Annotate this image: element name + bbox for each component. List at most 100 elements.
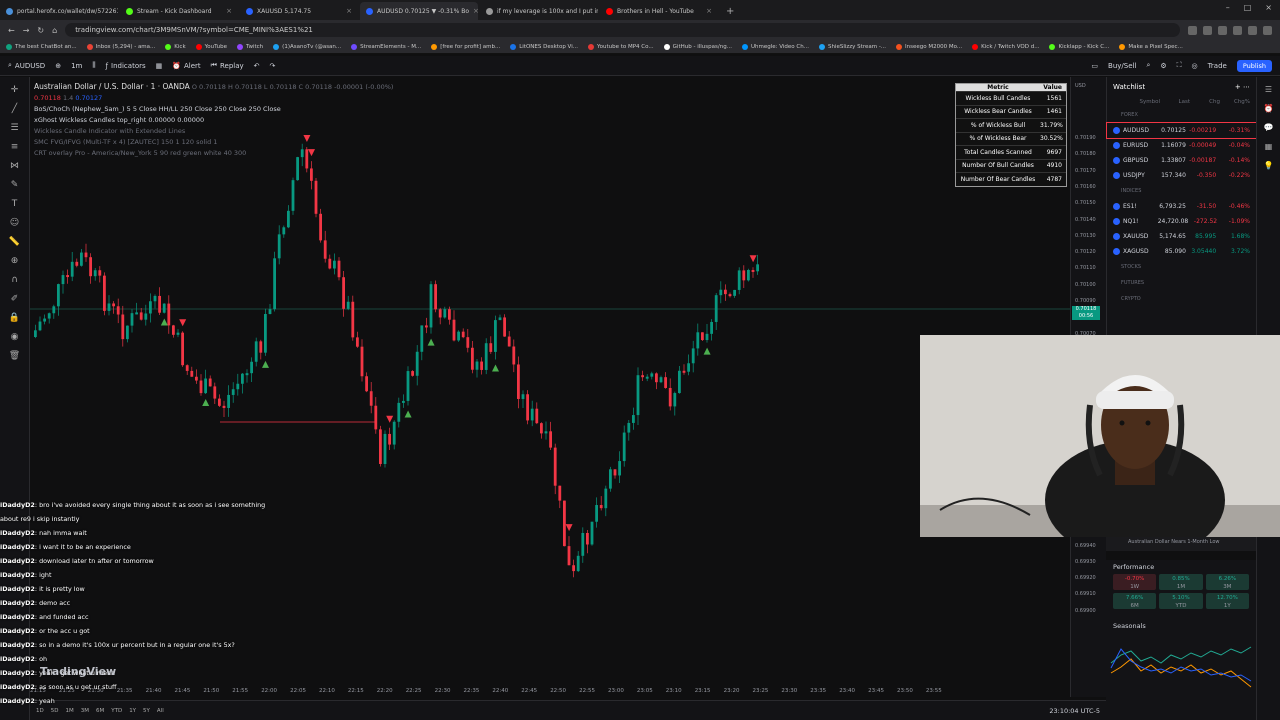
watchlist-icon[interactable]: ☰ — [1265, 85, 1272, 94]
performance-cell[interactable]: 0.85% 1M — [1159, 574, 1203, 590]
bookmark-item[interactable]: ShieSlizzy Stream -... — [818, 43, 886, 50]
maximize-icon[interactable]: □ — [1244, 3, 1252, 12]
bookmark-item[interactable]: Inseego M2000 Mo... — [896, 43, 962, 50]
emoji-icon[interactable]: ☺ — [10, 218, 19, 228]
performance-cell[interactable]: 6.26% 3M — [1205, 574, 1249, 590]
clock[interactable]: 23:10:04 UTC-5 — [1049, 707, 1100, 715]
pattern-icon[interactable]: ⋈ — [10, 161, 19, 171]
forward-icon[interactable]: → — [23, 26, 30, 35]
replay-button[interactable]: ⏮ Replay — [211, 61, 244, 70]
magnet-icon[interactable]: ∩ — [11, 275, 18, 285]
watchlist-section[interactable]: STOCKS — [1107, 259, 1256, 275]
buy-sell-button[interactable]: Buy/Sell — [1108, 62, 1136, 70]
alert-button[interactable]: ⏰ Alert — [172, 62, 200, 70]
indicators-button[interactable]: ƒ Indicators — [106, 62, 146, 70]
browser-tab[interactable]: Brothers in Hell - YouTube × — [600, 2, 718, 20]
currency-label[interactable]: USD — [1075, 83, 1086, 89]
settings-icon[interactable]: ⚙ — [1160, 62, 1166, 70]
browser-tab[interactable]: Stream - Kick Dashboard × — [120, 2, 238, 20]
sell-price[interactable]: 0.70118 — [34, 94, 61, 102]
fullscreen-icon[interactable]: ⛶ — [1177, 61, 1182, 70]
back-icon[interactable]: ← — [8, 26, 15, 35]
bookmark-item[interactable]: Youtube to MP4 Co... — [587, 43, 654, 50]
bookmark-item[interactable]: Kick — [165, 43, 186, 50]
performance-cell[interactable]: 5.10% YTD — [1159, 593, 1203, 609]
add-symbol-icon[interactable]: + — [1235, 83, 1241, 91]
undo-icon[interactable]: ↶ — [254, 62, 260, 70]
bookmark-item[interactable]: The best ChatBot an... — [6, 43, 77, 50]
extension-icon[interactable] — [1188, 25, 1197, 35]
watchlist-row[interactable]: XAGUSD 85.090 3.05440 3.72% — [1107, 244, 1256, 259]
snapshot-icon[interactable]: ◎ — [1192, 62, 1198, 70]
performance-cell[interactable]: -0.70% 1W — [1113, 574, 1157, 590]
watchlist-row[interactable]: GBPUSD 1.33807 -0.00187 -0.14% — [1107, 153, 1256, 168]
redo-icon[interactable]: ↷ — [270, 62, 276, 70]
chat-icon[interactable]: 💬 — [1264, 123, 1274, 132]
bookmark-item[interactable]: Inbox (5,294) - ama... — [86, 43, 155, 50]
indicator-legend[interactable]: BoS/ChoCh (Nephew_Sam_) 5 5 Close HH/LL … — [34, 104, 393, 115]
watchlist-title[interactable]: Watchlist — [1113, 83, 1145, 91]
chart-type-icon[interactable]: ⫼ — [92, 61, 95, 70]
layout-icon[interactable]: ▦ — [156, 62, 163, 70]
performance-cell[interactable]: 12.70% 1Y — [1205, 593, 1249, 609]
trade-button[interactable]: Trade — [1208, 62, 1227, 70]
bookmark-item[interactable]: Kick / Twitch VOD d... — [972, 43, 1039, 50]
close-icon[interactable]: × — [706, 7, 712, 15]
bookmark-item[interactable]: Make a Pixel Spec... — [1119, 43, 1183, 50]
eye-icon[interactable]: ◉ — [11, 332, 19, 342]
trash-icon[interactable]: 🗑 — [9, 351, 20, 361]
watchlist-row[interactable]: NQ1! 24,720.08 -272.52 -1.09% — [1107, 214, 1256, 229]
symbol-search[interactable]: ⌕ AUDUSD — [8, 61, 45, 70]
new-tab-icon[interactable]: + — [720, 6, 740, 20]
brush-icon[interactable]: ✎ — [11, 180, 19, 190]
minimize-icon[interactable]: – — [1226, 3, 1230, 12]
indicator-legend[interactable]: SMC FVG/IFVG (Multi-TF x 4) [ZAUTEC] 150… — [34, 137, 393, 148]
watchlist-row[interactable]: USDJPY 157.340 -0.350 -0.22% — [1107, 168, 1256, 183]
publish-button[interactable]: Publish — [1236, 59, 1272, 72]
bookmark-item[interactable]: StreamElements - M... — [351, 43, 421, 50]
bookmark-item[interactable]: (1)AsanoTv (@asan... — [273, 43, 341, 50]
more-icon[interactable]: ⋯ — [1243, 83, 1250, 91]
profile-icon[interactable] — [1263, 25, 1272, 35]
reload-icon[interactable]: ↻ — [37, 26, 44, 35]
watchlist-section[interactable]: FOREX — [1107, 107, 1256, 123]
performance-cell[interactable]: 7.66% 6M — [1113, 593, 1157, 609]
trendline-icon[interactable]: ╱ — [12, 104, 17, 114]
bookmark-item[interactable]: YouTube — [195, 43, 227, 50]
close-icon[interactable]: × — [473, 7, 478, 15]
bookmark-item[interactable]: LitONES Desktop Vi... — [510, 43, 578, 50]
bookmark-item[interactable]: Uhmegle: Video Ch... — [741, 43, 809, 50]
ideas-icon[interactable]: 💡 — [1264, 161, 1274, 170]
bookmark-item[interactable]: [free for profit] amb... — [431, 43, 500, 50]
lock-icon[interactable]: 🔒 — [9, 313, 20, 323]
indicator-legend[interactable]: Wickless Candle Indicator with Extended … — [34, 126, 393, 137]
calendar-icon[interactable]: ▦ — [1265, 142, 1273, 151]
alerts-icon[interactable]: ⏰ — [1264, 104, 1274, 113]
watchlist-section[interactable]: INDICES — [1107, 183, 1256, 199]
extension-icon[interactable] — [1218, 25, 1227, 35]
browser-tab[interactable]: portal.herofx.co/wallet/dw/5722612× — [0, 2, 118, 20]
watchlist-row[interactable]: AUDUSD 0.70125 -0.00219 -0.31% — [1106, 122, 1257, 139]
add-symbol-icon[interactable]: ⊕ — [55, 62, 61, 70]
close-icon[interactable]: × — [346, 7, 352, 15]
quick-search-icon[interactable]: ⌕ — [1146, 61, 1150, 70]
extension-icon[interactable] — [1248, 25, 1257, 35]
browser-tab[interactable]: AUDUSD 0.70125 ▼ -0.31% Bo × — [360, 2, 478, 20]
extension-icon[interactable] — [1203, 25, 1212, 35]
crosshair-icon[interactable]: ✛ — [11, 85, 19, 95]
close-icon[interactable]: × — [226, 7, 232, 15]
indicator-legend[interactable]: xGhost Wickless Candles top_right 0.0000… — [34, 115, 393, 126]
watchlist-row[interactable]: ES1! 6,793.25 -31.50 -0.46% — [1107, 199, 1256, 214]
bookmark-item[interactable]: GitHub - illuspas/ng... — [663, 43, 732, 50]
home-icon[interactable]: ⌂ — [52, 26, 57, 35]
interval-button[interactable]: 1m — [71, 62, 82, 70]
stay-drawing-icon[interactable]: ✐ — [11, 294, 19, 304]
bookmark-item[interactable]: Twitch — [237, 43, 263, 50]
watchlist-section[interactable]: CRYPTO — [1107, 291, 1256, 307]
url-field[interactable]: tradingview.com/chart/3M9MSnVM/?symbol=C… — [65, 23, 1180, 37]
browser-tab[interactable]: XAUUSD 5,174.75 × — [240, 2, 358, 20]
watchlist-row[interactable]: EURUSD 1.16079 -0.00049 -0.04% — [1107, 138, 1256, 153]
bookmark-item[interactable]: Kicklapp - Kick C... — [1049, 43, 1109, 50]
watchlist-section[interactable]: FUTURES — [1107, 275, 1256, 291]
news-headline[interactable]: Australian Dollar Nears 1-Month Low — [1106, 537, 1256, 551]
